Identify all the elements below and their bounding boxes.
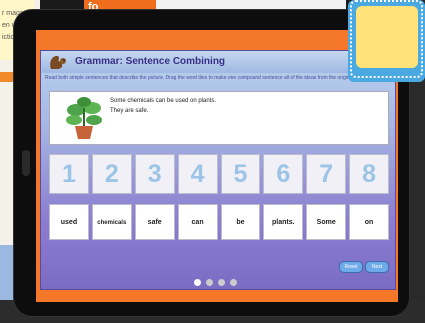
app-title: Grammar: Sentence Combining — [75, 56, 226, 67]
sticky-note-border — [350, 0, 423, 78]
number-slot-4[interactable]: 4 — [177, 154, 218, 194]
page-dot[interactable] — [218, 279, 225, 286]
title-bar: Grammar: Sentence Combining — [41, 51, 395, 73]
page-dot-active[interactable] — [194, 279, 201, 286]
reset-button[interactable]: Reset — [339, 261, 363, 273]
instructions-text: Read both simple sentences that describe… — [45, 75, 389, 81]
number-slot-7[interactable]: 7 — [306, 154, 347, 194]
tablet-side-button — [22, 150, 30, 176]
squirrel-icon — [50, 55, 66, 69]
sticky-note-widget[interactable] — [348, 0, 425, 82]
word-tile[interactable]: can — [177, 204, 218, 240]
page-indicator — [194, 278, 254, 288]
number-slot-5[interactable]: 5 — [220, 154, 261, 194]
tablet-screen: Grammar: Sentence Combining Read both si… — [36, 30, 398, 302]
word-tiles: used chemicals safe can be plants. Some … — [49, 204, 389, 240]
number-slots: 1 2 3 4 5 6 7 8 — [49, 154, 389, 194]
background-text-3: ictio — [2, 34, 15, 41]
word-tile[interactable]: Some — [306, 204, 347, 240]
page-dot[interactable] — [230, 279, 237, 286]
sentence-1: Some chemicals can be used on plants. — [110, 98, 217, 104]
word-tile[interactable]: chemicals — [91, 204, 132, 240]
next-button[interactable]: Next — [365, 261, 389, 273]
word-tile[interactable]: be — [220, 204, 261, 240]
number-slot-8[interactable]: 8 — [349, 154, 389, 194]
word-tile[interactable]: plants. — [263, 204, 304, 240]
page-dot[interactable] — [206, 279, 213, 286]
number-slot-3[interactable]: 3 — [134, 154, 175, 194]
sentence-2: They are safe. — [110, 108, 149, 114]
word-tile[interactable]: used — [49, 204, 89, 240]
number-slot-2[interactable]: 2 — [91, 154, 132, 194]
number-slot-1[interactable]: 1 — [49, 154, 89, 194]
number-slot-6[interactable]: 6 — [263, 154, 304, 194]
app-window: Grammar: Sentence Combining Read both si… — [40, 50, 396, 290]
word-tile[interactable]: safe — [134, 204, 175, 240]
sentence-panel: Some chemicals can be used on plants. Th… — [49, 91, 389, 145]
potted-plant-icon — [66, 97, 102, 139]
word-tile[interactable]: on — [349, 204, 389, 240]
